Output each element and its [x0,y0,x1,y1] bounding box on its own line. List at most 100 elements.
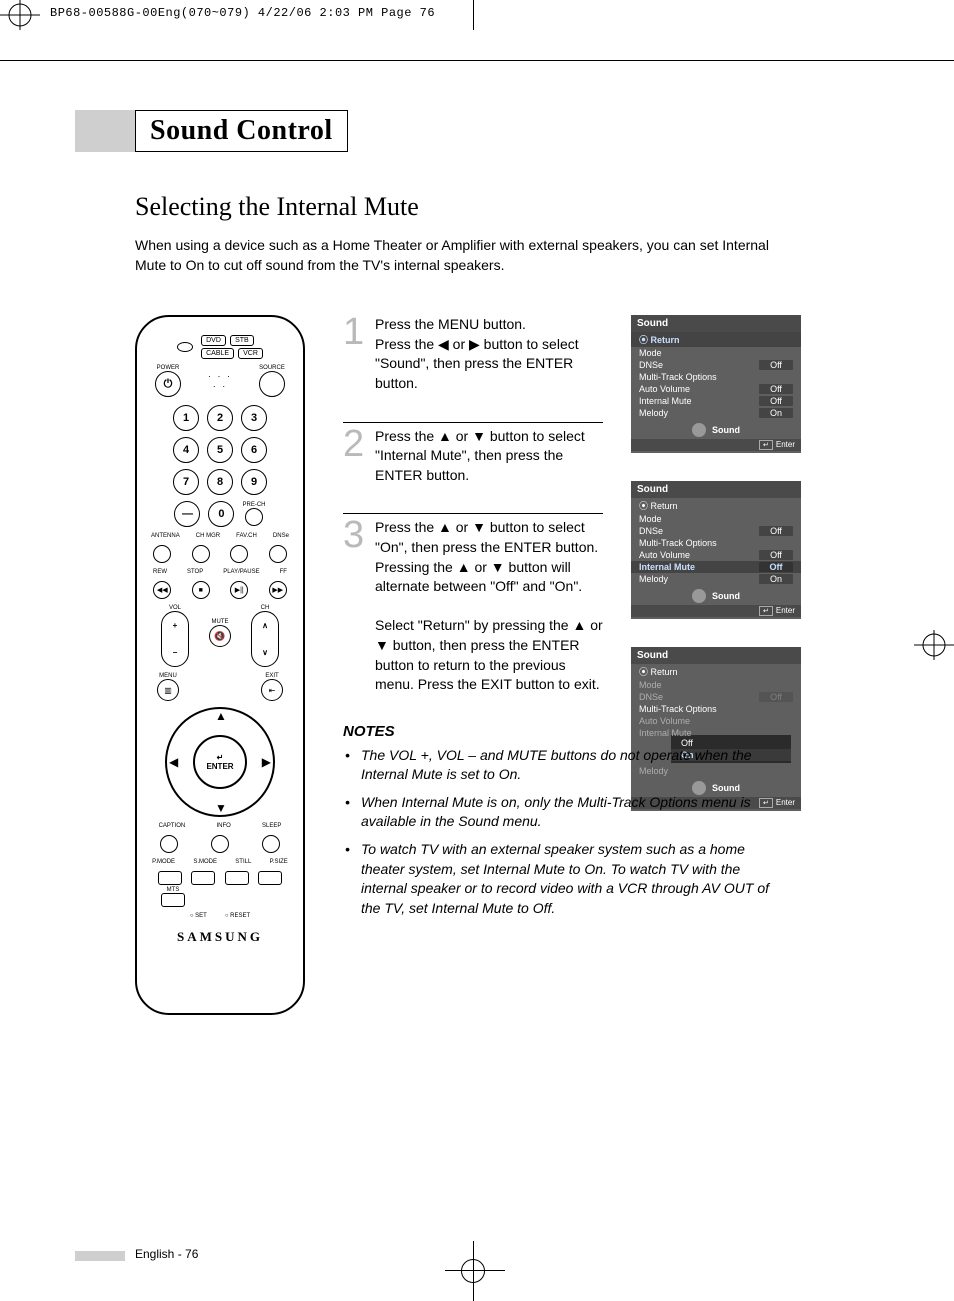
play-button: ▶|| [230,581,248,599]
remote-illustration: DVD STB CABLE VCR POWER ⏻ · · ·· · [135,315,305,1015]
osd-row-label: Internal Mute [639,562,695,572]
dnse-button [269,545,287,563]
osd-footer-label: Sound [712,591,740,601]
reset-label: ○ RESET [225,913,250,919]
osd-row-label: Melody [639,574,668,584]
speaker-icon [692,589,706,603]
still-label: STILL [235,859,251,865]
osd-row-label: Auto Volume [639,716,690,726]
step-text: Press the ▲ or ▼ button to select "Inter… [375,427,603,486]
smode-label: S.MODE [193,859,217,865]
power-button: ⏻ [155,371,181,397]
right-arrow-icon: ▶ [262,755,271,769]
osd-row: MelodyOn [631,573,801,585]
digit-2: 2 [207,405,233,431]
pmode-label: P.MODE [152,859,175,865]
sleep-button [262,835,280,853]
mute-button: 🔇 [209,625,231,647]
dvd-pill: DVD [201,335,226,346]
favch-label: FAV.CH [236,533,257,539]
osd-panel: Sound⦿ ReturnModeDNSeOffMulti-Track Opti… [631,315,801,453]
osd-footer: Sound [631,585,801,605]
ff-label: FF [280,569,287,575]
digit-5: 5 [207,437,233,463]
osd-row-label: Internal Mute [639,396,692,406]
chmgr-button [192,545,210,563]
stop-label: STOP [187,569,203,575]
osd-row-value: On [759,408,793,418]
digit-7: 7 [173,469,199,495]
osd-row: DNSe Off [631,525,801,537]
digit-4: 4 [173,437,199,463]
osd-row-label: Auto Volume [639,384,690,394]
osd-row-label: Auto Volume [639,550,690,560]
speaker-icon [692,423,706,437]
antenna-label: ANTENNA [151,533,180,539]
psize-label: P.SIZE [270,859,288,865]
step: 1Press the MENU button.Press the ◀ or ▶ … [343,315,603,393]
footer-accent [75,1251,125,1261]
osd-row: DNSeOff [631,691,801,703]
ff-button: ▶▶ [269,581,287,599]
osd-row-label: DNSe [639,526,663,536]
step-number: 3 [343,518,365,694]
dpad: ▲ ▼ ◀ ▶ ↵ENTER [165,707,275,817]
pmode-button [158,871,182,885]
crop-mark [461,1259,485,1283]
osd-row-value: Off [759,526,793,536]
osd-row-label: Mode [639,348,662,358]
digit-3: 3 [241,405,267,431]
osd-row-value: Off [759,360,793,370]
left-arrow-icon: ◀ [169,755,178,769]
osd-title: Sound [631,315,801,332]
osd-title: Sound [631,647,801,664]
osd-row-label: Mode [639,514,662,524]
osd-footer-label: Sound [712,425,740,435]
note-item: When Internal Mute is on, only the Multi… [343,793,773,832]
osd-row: Auto Volume Off [631,549,801,561]
osd-return: ⦿ Return [631,498,801,513]
rew-label: REW [153,569,167,575]
osd-row-label: Internal Mute [639,728,692,738]
brand-logo: SAMSUNG [147,929,293,945]
osd-row: Multi-Track Options [631,371,801,383]
exit-button: ⇤ [261,679,283,701]
osd-row-label: Melody [639,408,668,418]
osd-row: Auto Volume [631,715,801,727]
up-arrow-icon: ▲ [215,709,227,723]
mts-button [161,893,185,907]
osd-row-value: Off [759,396,793,406]
page-title: Sound Control [135,110,348,152]
page-title-bar: Sound Control [75,110,795,152]
digit-9: 9 [241,469,267,495]
rew-button: ◀◀ [153,581,171,599]
still-button [225,871,249,885]
antenna-button [153,545,171,563]
osd-row-label: Multi-Track Options [639,704,717,714]
step-number: 1 [343,315,365,393]
step: 2Press the ▲ or ▼ button to select "Inte… [343,422,603,486]
osd-row-label: DNSe [639,360,663,370]
osd-row: Multi-Track Options [631,537,801,549]
set-label: ○ SET [190,913,207,919]
caption-button [160,835,178,853]
osd-row-label: DNSe [639,692,663,702]
tv-mode-button [177,342,193,352]
osd-row: DNSe Off [631,359,801,371]
osd-title: Sound [631,481,801,498]
print-header: BP68-00588G-00Eng(070~079) 4/22/06 2:03 … [50,6,435,20]
stb-pill: STB [230,335,254,346]
osd-row-label: Mode [639,680,662,690]
stop-button: ■ [192,581,210,599]
intro-paragraph: When using a device such as a Home Theat… [135,236,795,275]
osd-row: Internal Mute Off [631,395,801,407]
osd-row: Auto VolumeOff [631,383,801,395]
step: 3Press the ▲ or ▼ button to select "On",… [343,513,603,694]
osd-row-value: Off [759,550,793,560]
osd-row: Melody On [631,407,801,419]
sleep-label: SLEEP [262,823,281,829]
chmgr-label: CH MGR [196,533,220,539]
note-item: To watch TV with an external speaker sys… [343,840,773,918]
osd-return: ⦿ Return [631,332,801,347]
crop-mark [473,0,474,30]
